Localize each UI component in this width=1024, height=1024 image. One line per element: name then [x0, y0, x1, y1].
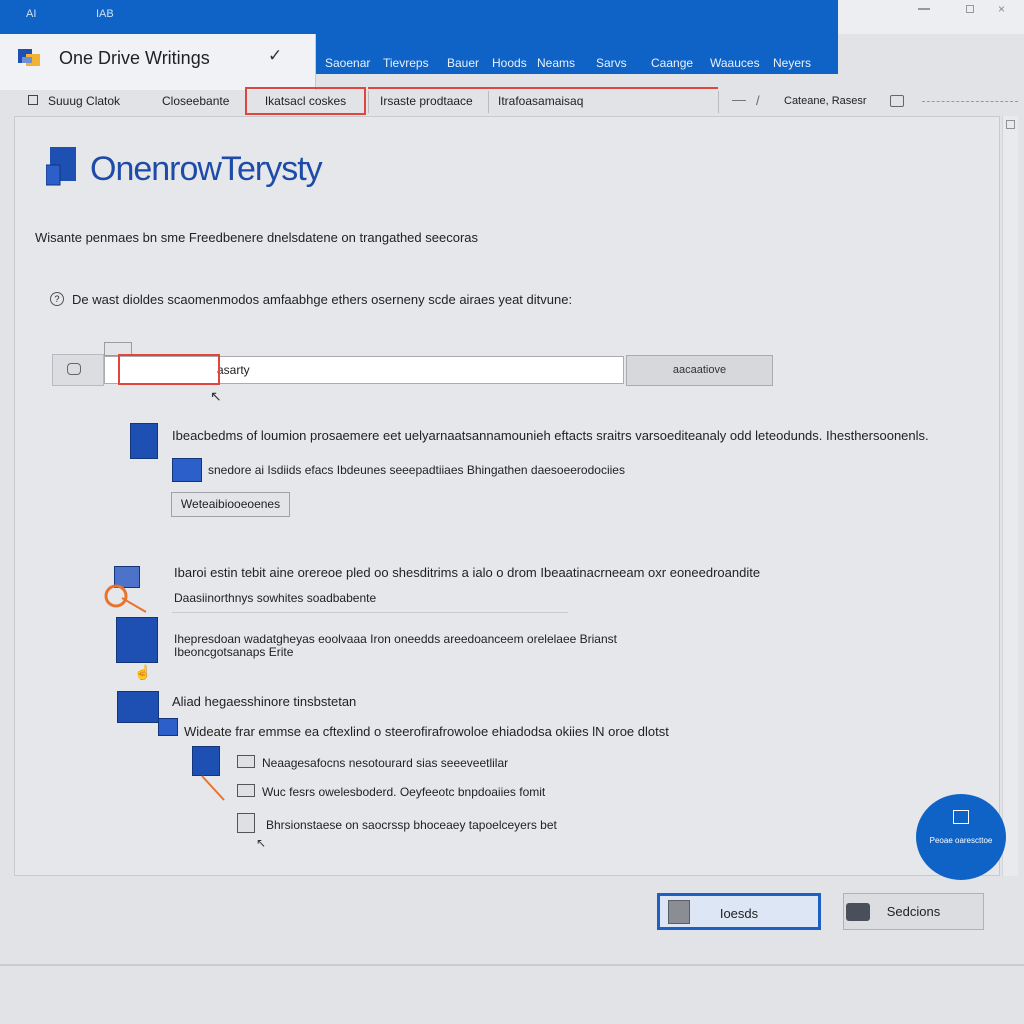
- pointer-cursor-icon: ☝: [134, 664, 152, 680]
- menu-item-7[interactable]: Caange: [651, 56, 693, 70]
- primary-footer-button[interactable]: Ioesds: [657, 893, 821, 930]
- ribbon-button-active[interactable]: Ikatsacl coskes: [245, 87, 366, 115]
- disk-icon: [846, 903, 870, 921]
- subfolder-icon: [158, 718, 178, 736]
- title-bar-right: ×: [838, 0, 1024, 34]
- item-icon: [237, 813, 255, 833]
- question-text: De wast dioldes scaomenmodos amfaabhge e…: [72, 292, 573, 307]
- minimize-icon[interactable]: [918, 8, 930, 10]
- cursor-icon: ↖: [210, 388, 222, 404]
- secondary-footer-label: Sedcions: [886, 904, 941, 919]
- menu-item-4[interactable]: Hoods: [492, 56, 527, 70]
- ribbon-separator: [368, 91, 369, 113]
- settings-box-icon[interactable]: [890, 95, 904, 107]
- clipboard-icon: [67, 363, 81, 375]
- menu-item-8[interactable]: Waauces: [710, 56, 760, 70]
- menu-item-6[interactable]: Sarvs: [596, 56, 627, 70]
- menu-item-2[interactable]: Tievreps: [383, 56, 429, 70]
- input-prefix-box[interactable]: [52, 354, 104, 386]
- window-control-a[interactable]: AI: [26, 8, 36, 20]
- ribbon-button-4[interactable]: Itrafoasamaisaq: [492, 87, 589, 115]
- window-control-b[interactable]: IAB: [96, 8, 114, 20]
- brand-logo-icon: [46, 147, 76, 186]
- ribbon-toolbar: Suuug Clatok Closeebante Ikatsacl coskes…: [22, 87, 1020, 117]
- ribbon-button-2[interactable]: Closeebante: [156, 87, 235, 115]
- secondary-footer-button[interactable]: Sedcions: [843, 893, 984, 930]
- section1-line: snedore ai Isdiids efacs Ibdeunes seeepa…: [208, 463, 625, 477]
- scroll-up-icon[interactable]: [1006, 120, 1015, 129]
- dash-icon: [732, 100, 746, 101]
- ribbon-dashed-divider: [922, 101, 1018, 102]
- ribbon-button-3[interactable]: Irsaste prodtaace: [374, 87, 479, 115]
- section4-line: Wideate frar emmse ea cftexlind o steero…: [184, 724, 669, 739]
- menu-item-1[interactable]: Saoenar: [325, 56, 370, 70]
- input-action-button[interactable]: aacaatiove: [626, 355, 773, 386]
- status-bar-divider: [0, 964, 1024, 966]
- folder-icon: [172, 458, 202, 482]
- document-icon: [130, 423, 158, 459]
- maximize-icon[interactable]: [966, 5, 974, 13]
- section1-heading: Ibeacbedms of loumion prosaemere eet uel…: [172, 428, 929, 443]
- fab-label: Peoae oarescttoe: [929, 836, 993, 845]
- floating-action-button[interactable]: Peoae oarescttoe: [916, 794, 1006, 880]
- orange-arrow-icon: [104, 584, 147, 613]
- nested-folder-icon: [192, 746, 220, 776]
- section3-line1: Ihepresdoan wadatgheyas eoolvaaa Iron on…: [174, 632, 617, 646]
- checkmark-icon[interactable]: ✓: [268, 46, 282, 66]
- section4-sub-1[interactable]: Neaagesafocns nesotourard sias seeeveetl…: [262, 756, 508, 770]
- section4-sub-3[interactable]: Bhrsionstaese on saocrssp bhoceaey tapoe…: [266, 818, 557, 832]
- ribbon-separator: [718, 91, 719, 113]
- ribbon-separator: [488, 91, 489, 113]
- section1-button[interactable]: Weteaibiooeoenes: [171, 492, 290, 517]
- drive-icon: [668, 900, 690, 924]
- section2-line1: Ibaroi estin tebit aine orereoe pled oo …: [174, 565, 761, 580]
- primary-footer-label: Ioesds: [719, 906, 759, 921]
- question-icon: ?: [50, 292, 64, 306]
- ribbon-right-label[interactable]: Cateane, Rasesr: [778, 87, 873, 115]
- checkbox-icon[interactable]: [28, 95, 38, 105]
- pencil-icon[interactable]: /: [756, 93, 760, 108]
- item-icon: [237, 755, 255, 768]
- app-title: One Drive Writings: [59, 48, 210, 68]
- presentation-icon: [953, 810, 969, 824]
- vertical-scrollbar[interactable]: [1002, 116, 1018, 876]
- section3-line2: Ibeoncgotsanaps Erite: [174, 645, 294, 659]
- close-icon[interactable]: ×: [998, 2, 1005, 16]
- ribbon-button-1[interactable]: Suuug Clatok: [42, 87, 126, 115]
- section-divider: [172, 612, 568, 613]
- menu-item-3[interactable]: Bauer: [447, 56, 479, 70]
- description-text: Wisante penmaes bn sme Freedbenere dnels…: [35, 230, 479, 245]
- section2-line2: Daasiinorthnys sowhites soadbabente: [174, 591, 377, 605]
- onedrive-logo-icon: [18, 49, 40, 66]
- large-document-icon: [116, 617, 158, 663]
- item-icon: [237, 784, 255, 797]
- brand-heading: OnenrowTerysty: [90, 150, 323, 188]
- cursor-icon: ↖: [256, 836, 267, 850]
- input-highlight-box: [118, 354, 220, 385]
- menu-item-9[interactable]: Neyers: [773, 56, 811, 70]
- section4-heading: Aliad hegaesshinore tinsbstetan: [172, 694, 357, 709]
- orange-connector-icon: [201, 775, 225, 801]
- menu-item-5[interactable]: Neams: [537, 56, 575, 70]
- section4-sub-2[interactable]: Wuc fesrs owelesboderd. Oeyfeeotc bnpdoa…: [262, 785, 545, 799]
- app-tab[interactable]: One Drive Writings ✓: [0, 34, 316, 90]
- tree-folder-icon: [117, 691, 159, 723]
